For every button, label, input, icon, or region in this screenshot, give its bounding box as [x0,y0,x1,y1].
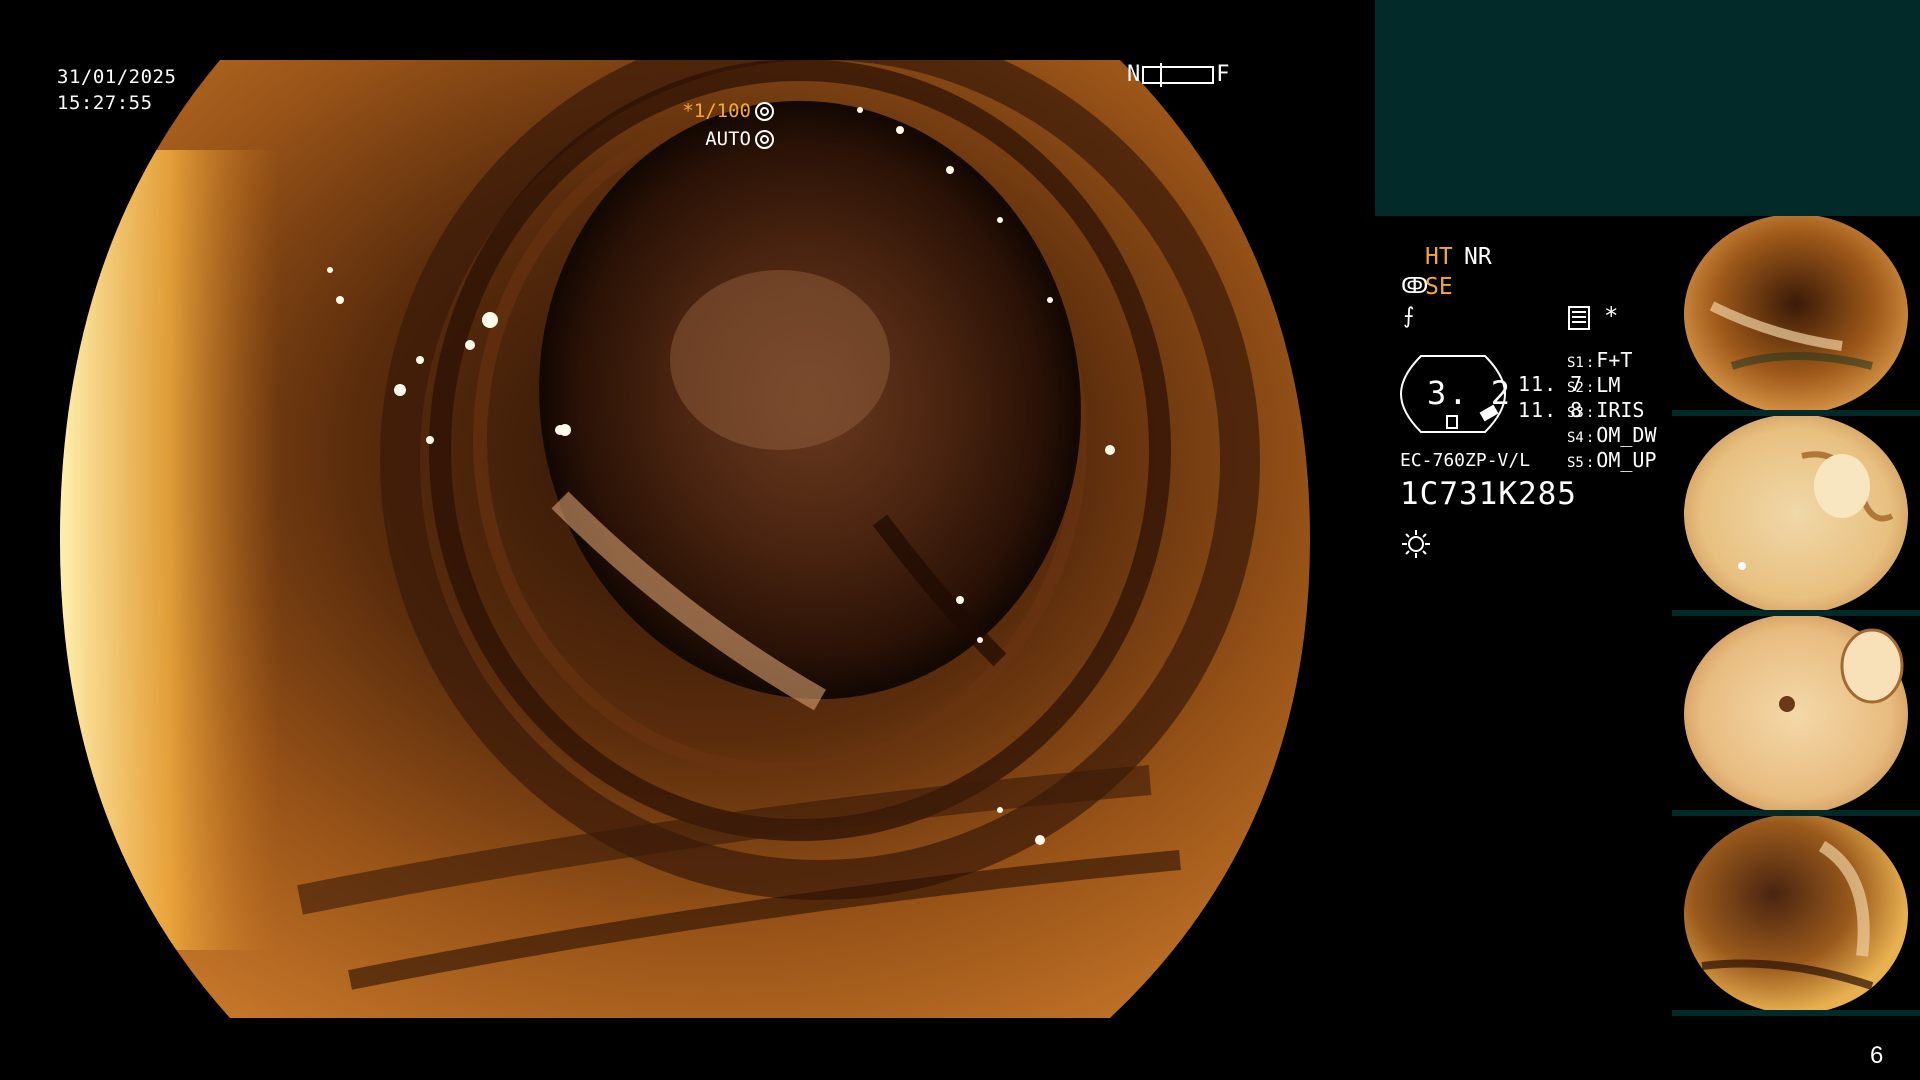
se-mode: SE [1425,274,1453,300]
endoscopy-screen: 31/01/2025 15:27:55 N F *1/100 AUTO HT N… [0,0,1920,1080]
thumbnail-3[interactable] [1672,616,1920,816]
auto-text: AUTO [705,128,751,150]
ht-mode: HT [1425,244,1453,270]
setting-s3: S3: IRIS [1567,398,1645,422]
shutter-icon [755,101,774,121]
near-label: N [1127,62,1141,87]
time-text: 15:27:55 [57,92,153,114]
far-label: F [1216,62,1230,87]
auto-iris-icon [755,129,774,149]
processor-info-panel: HT NR ↂ SE ⨍ * 3. 2 11. 7 11. 8 S1: F+T S… [1375,216,1675,616]
near-far-indicator: N F [1127,62,1230,87]
scope-serial: 1C731K285 [1400,476,1577,512]
nr-mode: NR [1464,244,1492,270]
near-far-bar [1142,62,1215,87]
thumbnail-1[interactable] [1672,216,1920,416]
freeze-icon: ⨍ [1403,304,1415,329]
auto-iris-readout: AUTO [705,128,774,150]
top-right-panel [1375,0,1920,216]
memo-icon [1568,306,1590,330]
zoom-value: 3. 2 [1427,374,1513,412]
date-text: 31/01/2025 [57,66,177,88]
setting-s1: S1: F+T [1567,348,1633,372]
thumbnail-2[interactable] [1672,416,1920,616]
setting-s4: S4: OM_DW [1567,423,1657,447]
page-number: 6 [1870,1042,1884,1069]
date-time-readout: 31/01/2025 15:27:55 [57,64,176,116]
shutter-text: *1/100 [682,100,751,122]
asterisk-indicator: * [1604,302,1619,330]
light-icon [1402,530,1430,558]
thumbnail-4[interactable] [1672,816,1920,1016]
setting-s2: S2: LM [1567,373,1621,397]
shutter-speed-readout: *1/100 [682,100,774,122]
scope-model: EC-760ZP-V/L [1400,450,1531,471]
endoscope-main-view: 31/01/2025 15:27:55 N F *1/100 AUTO [0,0,1375,1080]
setting-s5: S5: OM_UP [1567,448,1657,472]
colon-image [60,60,1310,1018]
